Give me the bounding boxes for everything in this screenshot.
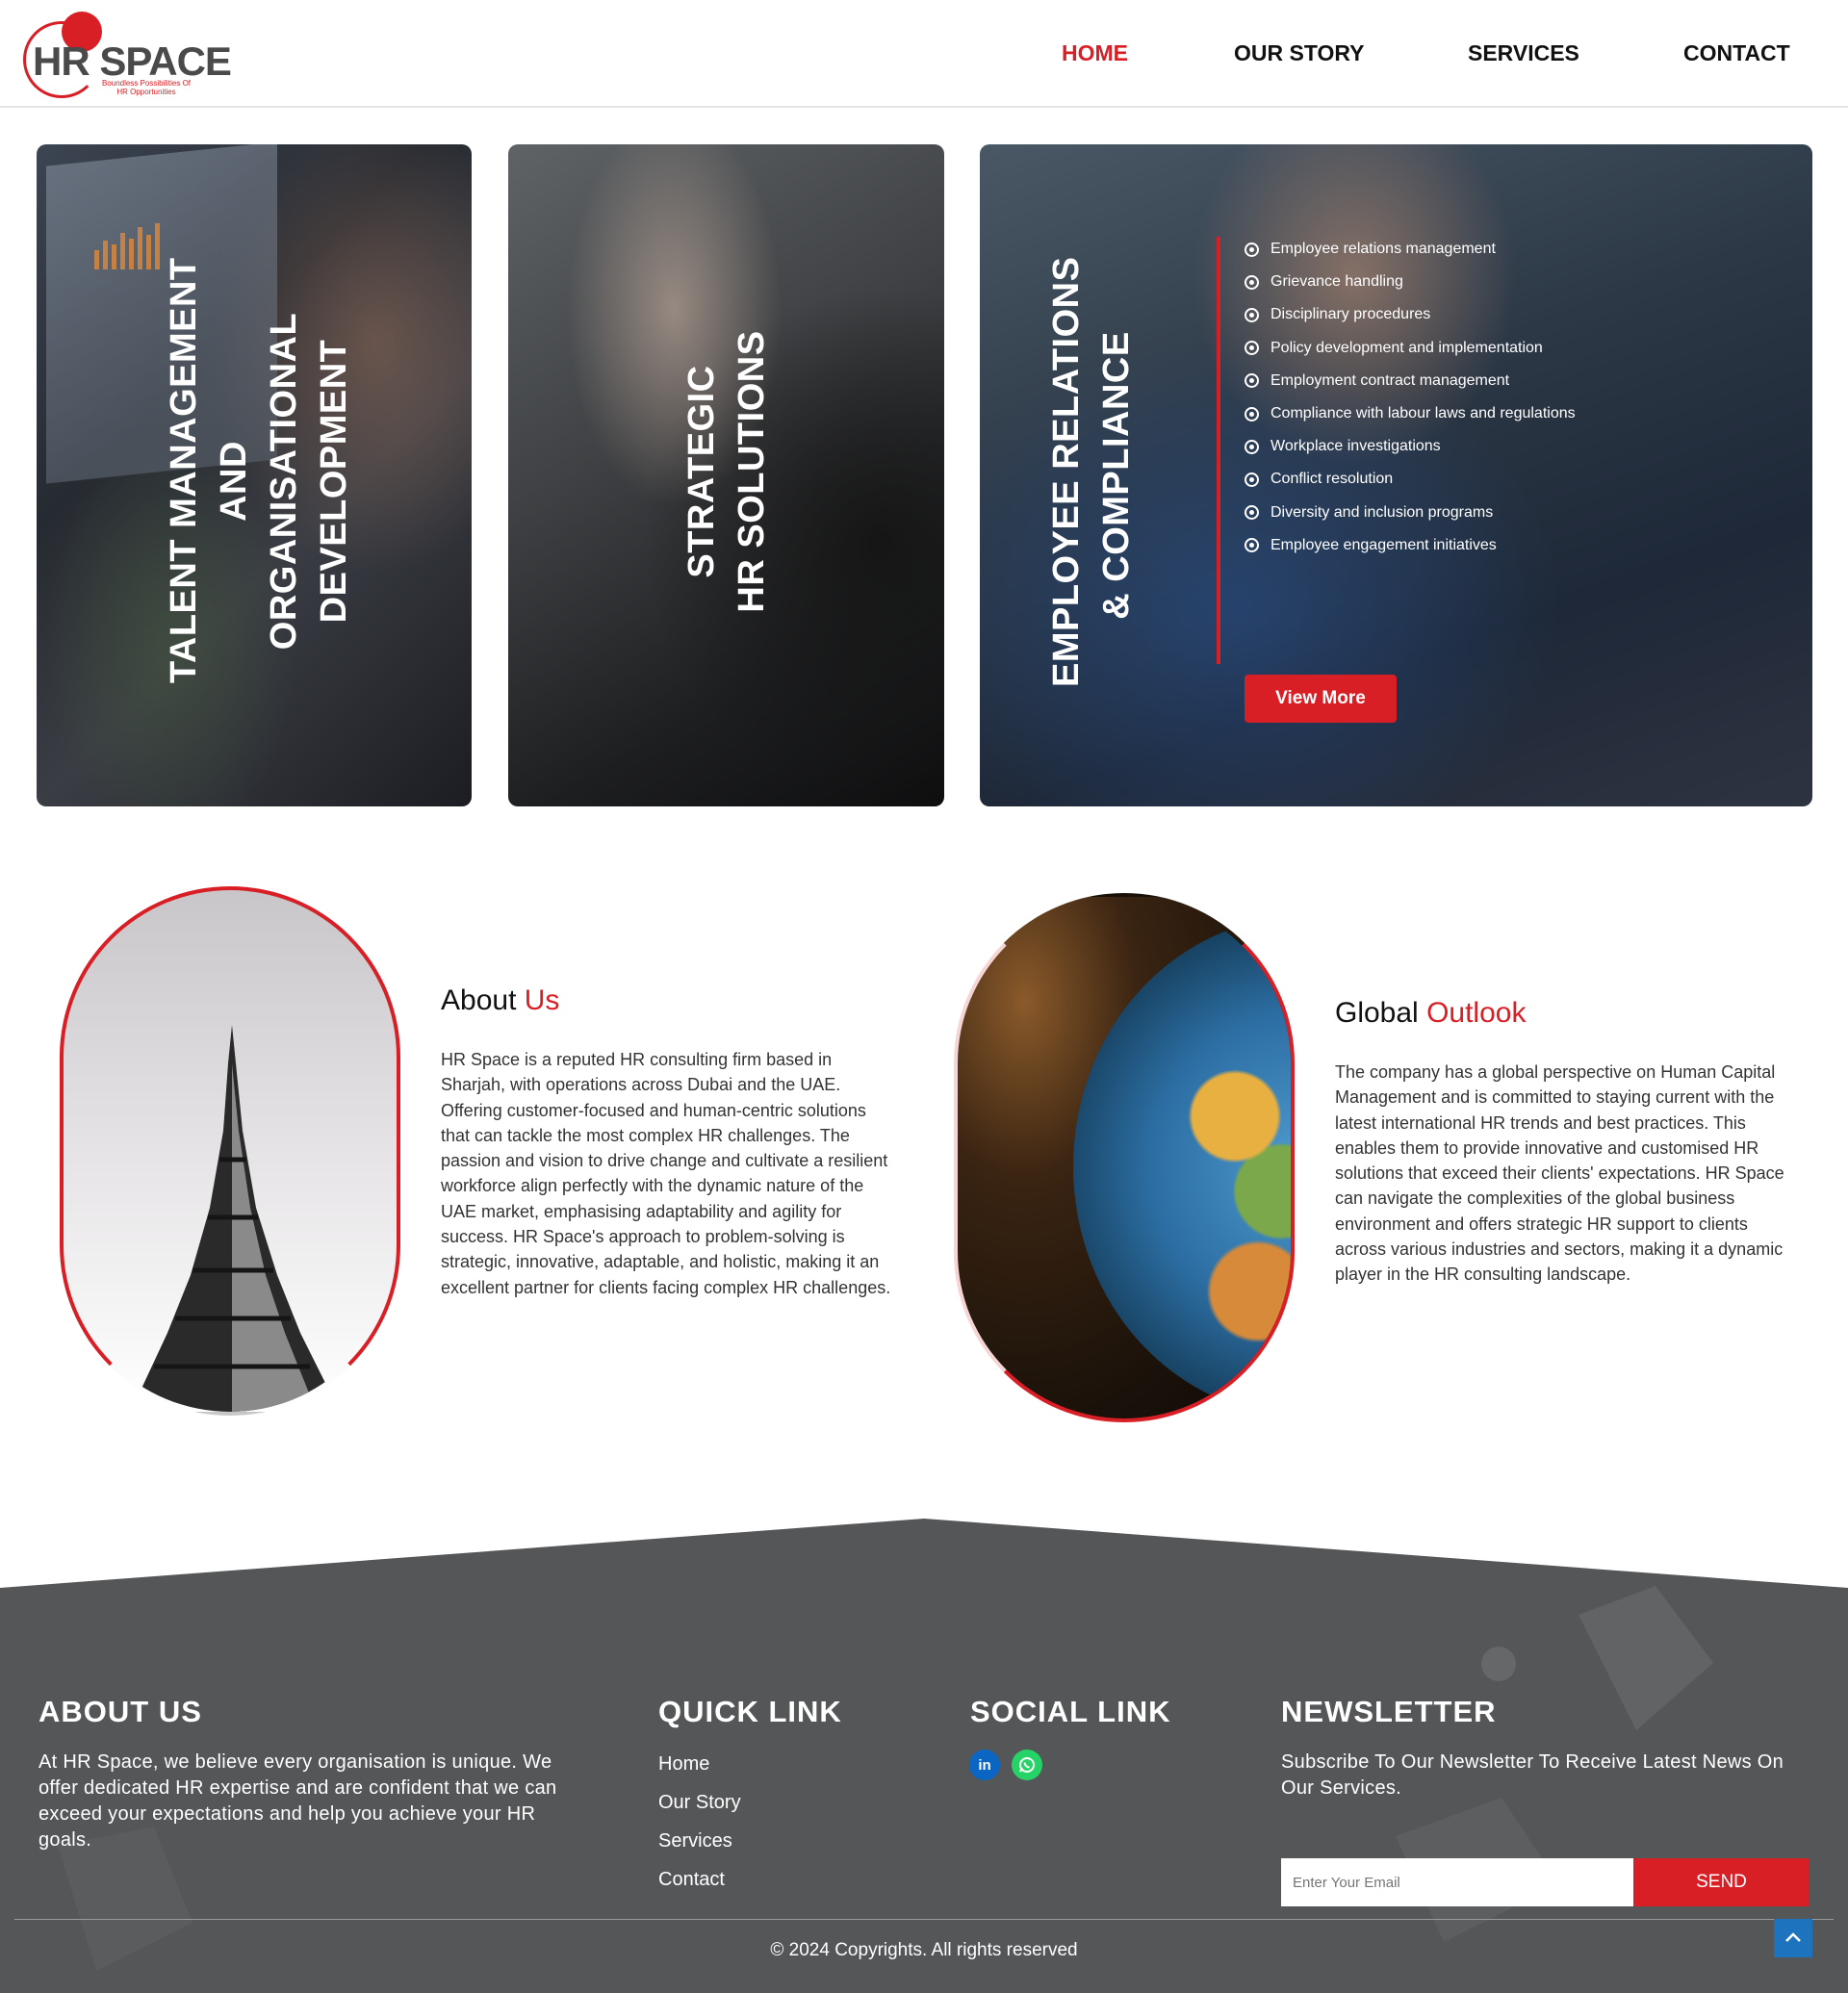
globe-illustration (1073, 916, 1291, 1417)
bullet-icon (1245, 373, 1259, 389)
service-item-text: Policy development and implementation (1270, 339, 1543, 356)
bullet-icon (1245, 406, 1259, 422)
card-title: STRATEGIC HR SOLUTIONS (677, 327, 777, 616)
copyright-text: © 2024 Copyrights. All rights reserved (770, 1940, 1078, 1960)
card-title-line: STRATEGIC (681, 365, 722, 578)
card-title-line: ORGANISATIONAL (264, 312, 304, 651)
service-item-text: Conflict resolution (1270, 471, 1394, 488)
view-more-button[interactable]: View More (1245, 675, 1397, 723)
card-title: EMPLOYEE RELATIONS & COMPLIANCE (1041, 256, 1142, 687)
footer-quick-heading: QUICK LINK (658, 1695, 842, 1728)
site-header: HR SPACE Boundless Possibilities Of HR O… (0, 0, 1848, 108)
newsletter-send-button[interactable]: SEND (1633, 1858, 1810, 1906)
global-title: Global Outlook (1335, 997, 1526, 1030)
nav-our-story[interactable]: OUR STORY (1234, 40, 1364, 66)
footer-about-text: At HR Space, we believe every organisati… (38, 1751, 557, 1851)
footer-social-heading: SOCIAL LINK (970, 1695, 1171, 1728)
global-title-plain: Global (1335, 997, 1419, 1029)
service-item-text: Employee relations management (1270, 241, 1496, 258)
bullet-icon (1245, 242, 1259, 257)
service-card-strategic[interactable]: STRATEGIC HR SOLUTIONS (508, 144, 944, 806)
globe-image (954, 893, 1295, 1422)
list-item: Conflict resolution (1245, 463, 1576, 496)
footer-newsletter-heading: NEWSLETTER (1281, 1695, 1497, 1728)
card-title-line: EMPLOYEE RELATIONS (1046, 256, 1087, 687)
card-title: TALENT MANAGEMENT AND ORGANISATIONAL DEV… (159, 257, 359, 683)
service-item-text: Employment contract management (1270, 371, 1510, 389)
nav-home[interactable]: HOME (1062, 40, 1128, 66)
service-item-text: Grievance handling (1270, 273, 1403, 291)
footer-link-contact[interactable]: Contact (658, 1867, 741, 1905)
newsletter-text: Subscribe To Our Newsletter To Receive L… (1281, 1751, 1784, 1799)
tower-illustration (124, 1025, 343, 1412)
service-item-text: Diversity and inclusion programs (1270, 503, 1494, 521)
logo-tagline: Boundless Possibilities Of HR Opportunit… (101, 79, 192, 96)
list-item: Disciplinary procedures (1245, 298, 1576, 331)
card-title-line: DEVELOPMENT (314, 339, 354, 624)
service-card-talent[interactable]: TALENT MANAGEMENT AND ORGANISATIONAL DEV… (37, 144, 472, 806)
about-title-highlight: Us (524, 984, 560, 1016)
list-item: Employment contract management (1245, 365, 1576, 397)
footer-link-our-story[interactable]: Our Story (658, 1790, 741, 1828)
nav-services[interactable]: SERVICES (1468, 40, 1579, 66)
about-title-plain: About (441, 984, 517, 1016)
newsletter-email-input[interactable] (1281, 1858, 1633, 1906)
bullet-icon (1245, 439, 1259, 454)
nav-contact[interactable]: CONTACT (1683, 40, 1790, 66)
bullet-icon (1245, 505, 1259, 521)
chevron-up-icon (1785, 1932, 1801, 1942)
screen-chart-graphic (94, 221, 160, 269)
list-item: Diversity and inclusion programs (1245, 497, 1576, 529)
linkedin-icon[interactable]: in (969, 1750, 1000, 1780)
bullet-icon (1245, 341, 1259, 356)
service-item-text: Disciplinary procedures (1270, 306, 1431, 323)
footer-link-services[interactable]: Services (658, 1828, 741, 1867)
global-title-highlight: Outlook (1426, 997, 1527, 1029)
quick-links: Home Our Story Services Contact (658, 1751, 741, 1905)
service-item-text: Employee engagement initiatives (1270, 536, 1497, 553)
site-footer: ABOUT US At HR Space, we believe every o… (0, 1519, 1848, 1993)
footer-link-home[interactable]: Home (658, 1751, 741, 1790)
list-item: Grievance handling (1245, 266, 1576, 298)
scroll-to-top-button[interactable] (1774, 1919, 1812, 1957)
card-title-line: HR SOLUTIONS (732, 330, 772, 613)
list-item: Employee engagement initiatives (1245, 529, 1576, 562)
hr-space-logo[interactable]: HR SPACE Boundless Possibilities Of HR O… (21, 12, 232, 98)
bullet-icon (1245, 307, 1259, 322)
accent-divider (1217, 237, 1220, 664)
logo-wordmark: HR SPACE (33, 38, 232, 84)
card-title-line: & COMPLIANCE (1096, 331, 1137, 620)
service-card-employee-relations[interactable]: EMPLOYEE RELATIONS & COMPLIANCE Employee… (980, 144, 1812, 806)
burj-tower-image (60, 886, 400, 1416)
footer-divider (14, 1919, 1834, 1920)
bullet-icon (1245, 472, 1259, 487)
list-item: Workplace investigations (1245, 430, 1576, 463)
service-list: Employee relations management Grievance … (1245, 233, 1576, 562)
card-title-line: TALENT MANAGEMENT (164, 257, 204, 683)
about-text: HR Space is a reputed HR consulting firm… (441, 1050, 891, 1297)
card-title-line: AND (214, 441, 254, 522)
bullet-icon (1245, 274, 1259, 290)
bullet-icon (1245, 538, 1259, 553)
service-item-text: Compliance with labour laws and regulati… (1270, 405, 1576, 422)
list-item: Employee relations management (1245, 233, 1576, 266)
list-item: Compliance with labour laws and regulati… (1245, 397, 1576, 430)
about-title: About Us (441, 984, 559, 1017)
list-item: Policy development and implementation (1245, 332, 1576, 365)
whatsapp-icon[interactable] (1012, 1750, 1042, 1780)
service-item-text: Workplace investigations (1270, 438, 1441, 455)
footer-about-heading: ABOUT US (38, 1695, 202, 1728)
global-text: The company has a global perspective on … (1335, 1062, 1784, 1285)
